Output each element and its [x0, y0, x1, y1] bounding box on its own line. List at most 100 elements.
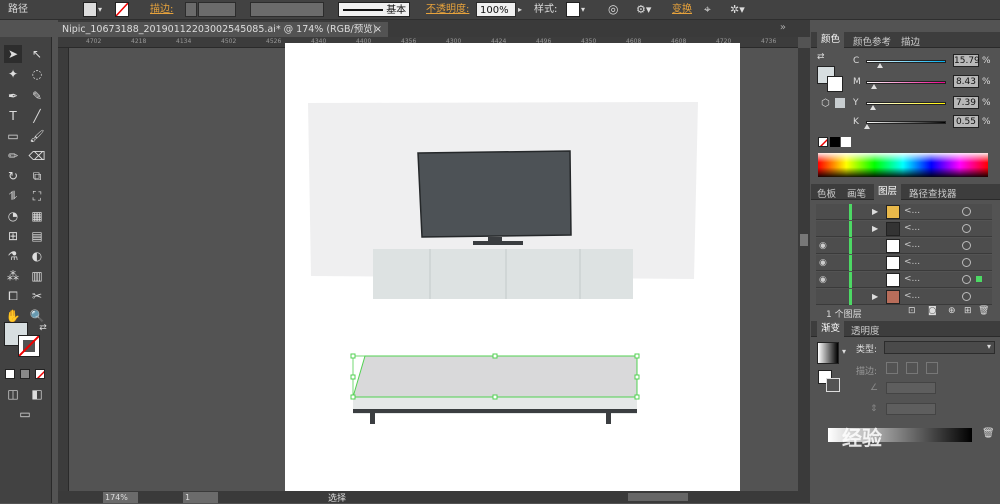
paintbrush-tool-icon[interactable]: 🖌 [28, 127, 46, 145]
selection-tool-icon[interactable]: ➤ [4, 45, 22, 63]
tv-stand-base-shape[interactable] [473, 241, 523, 245]
tab-layers[interactable]: 图层 [874, 184, 902, 200]
type-tool-icon[interactable]: T [4, 107, 22, 125]
pen-tool-icon[interactable]: ✒ [4, 87, 22, 105]
layer-row[interactable]: ▶ <... [816, 289, 992, 305]
target-icon[interactable] [962, 241, 971, 250]
shape-builder-icon[interactable]: ◔ [4, 207, 22, 225]
blend-tool-icon[interactable]: ◐ [28, 247, 46, 265]
layer-row[interactable]: ◉ <... [816, 238, 992, 254]
artboard-tool-icon[interactable]: ⧠ [4, 287, 22, 305]
out-of-gamut-icon[interactable]: ⬡ [821, 98, 830, 109]
tab-color-guide[interactable]: 颜色参考 [853, 34, 891, 48]
locate-object-icon[interactable]: ⊡ [908, 306, 916, 316]
selection-handle[interactable] [350, 374, 356, 380]
layer-name[interactable]: <... [904, 204, 920, 219]
width-tool-icon[interactable]: ⥮ [4, 187, 22, 205]
swap-colors-icon[interactable]: ⇄ [34, 319, 52, 337]
visibility-icon[interactable] [819, 290, 831, 304]
clipping-mask-icon[interactable]: ◙ [928, 306, 937, 316]
visibility-icon[interactable] [819, 205, 831, 219]
selection-handle[interactable] [634, 353, 640, 359]
visibility-icon[interactable]: ◉ [819, 273, 831, 287]
tab-transparency[interactable]: 透明度 [851, 323, 880, 337]
stroke-weight-stepper[interactable] [185, 2, 197, 17]
cabinet-top-shape[interactable] [353, 356, 637, 397]
angle-field[interactable] [886, 382, 936, 394]
gradient-type-dropdown[interactable]: ▾ [884, 341, 995, 354]
closest-color-swatch[interactable] [835, 98, 845, 108]
variable-width-dropdown[interactable] [250, 2, 324, 17]
artwork-canvas[interactable] [285, 43, 740, 493]
gradient-mode-icon[interactable] [20, 369, 30, 379]
eyedropper-tool-icon[interactable]: ⚗ [4, 247, 22, 265]
line-tool-icon[interactable]: ╱ [28, 107, 46, 125]
graphic-style-swatch[interactable] [566, 2, 580, 17]
scale-tool-icon[interactable]: ⧉ [28, 167, 46, 185]
target-icon[interactable] [962, 292, 971, 301]
cyan-value-input[interactable]: 15.79 [953, 54, 980, 67]
aspect-ratio-field[interactable] [886, 403, 936, 415]
close-tab-icon[interactable]: × [374, 22, 382, 37]
document-tab[interactable]: Nipic_10673188_20190112203002545085.ai* … [58, 22, 388, 37]
draw-normal-icon[interactable]: ◫ [4, 385, 22, 403]
slider-thumb-icon[interactable] [870, 84, 877, 89]
screen-mode-icon[interactable]: ▭ [16, 405, 34, 423]
artboard[interactable] [285, 43, 740, 493]
artboard-number-field[interactable]: 1 [183, 492, 218, 503]
column-graph-icon[interactable]: ▥ [28, 267, 46, 285]
gradient-preset-dropdown-icon[interactable]: ▾ [842, 347, 846, 356]
tab-brushes[interactable]: 画笔 [847, 186, 866, 200]
slider-thumb-icon[interactable] [876, 63, 883, 68]
perspective-grid-icon[interactable]: ▦ [28, 207, 46, 225]
tab-overflow-icon[interactable]: » [780, 22, 786, 33]
recolor-artwork-icon[interactable]: ◎ [608, 2, 618, 17]
eraser-tool-icon[interactable]: ⌫ [28, 147, 46, 165]
visibility-icon[interactable]: ◉ [819, 239, 831, 253]
layer-name[interactable]: <... [904, 221, 920, 236]
cyan-slider[interactable] [866, 60, 946, 68]
draw-behind-icon[interactable]: ◧ [28, 385, 46, 403]
tab-swatches[interactable]: 色板 [817, 186, 836, 200]
fill-swatch[interactable] [83, 2, 97, 17]
direct-selection-tool-icon[interactable]: ↖ [28, 45, 46, 63]
stroke-within-icon[interactable] [886, 362, 898, 374]
swap-fill-stroke-icon[interactable]: ⇄ [817, 52, 831, 66]
new-layer-icon[interactable]: ⊞ [964, 306, 972, 316]
selection-handle[interactable] [634, 394, 640, 400]
selection-handle[interactable] [492, 394, 498, 400]
symbol-sprayer-icon[interactable]: ⁂ [4, 267, 22, 285]
expand-icon[interactable]: ▶ [872, 221, 878, 237]
slider-thumb-icon[interactable] [869, 105, 876, 110]
mesh-tool-icon[interactable]: ⊞ [4, 227, 22, 245]
yellow-slider[interactable] [866, 102, 946, 110]
expand-icon[interactable]: ▶ [872, 289, 878, 305]
delete-layer-icon[interactable]: 🗑 [978, 306, 989, 316]
isolate-icon[interactable]: ⌖ [704, 2, 711, 17]
color-spectrum-bar[interactable] [818, 153, 988, 177]
black-swatch[interactable] [830, 137, 840, 147]
rectangle-tool-icon[interactable]: ▭ [4, 127, 22, 145]
fill-dropdown-icon[interactable]: ▾ [98, 2, 102, 17]
tab-stroke[interactable]: 描边 [901, 34, 920, 48]
curvature-tool-icon[interactable]: ✎ [28, 87, 46, 105]
stroke-label[interactable]: 描边: [150, 2, 173, 17]
cabinet-base-shape[interactable] [353, 409, 637, 413]
none-color-swatch[interactable] [818, 137, 828, 147]
brush-definition-dropdown[interactable]: 基本 [338, 2, 410, 17]
tv-neck-shape[interactable] [488, 237, 502, 241]
pencil-tool-icon[interactable]: ✏ [4, 147, 22, 165]
horizontal-scroll-thumb[interactable] [628, 493, 688, 501]
layer-row[interactable]: ◉ <... [816, 272, 992, 288]
tab-gradient[interactable]: 渐变 [817, 321, 845, 337]
lasso-tool-icon[interactable]: ◌ [28, 65, 46, 83]
visibility-icon[interactable]: ◉ [819, 256, 831, 270]
tv-screen-shape[interactable] [417, 150, 572, 238]
gradient-tool-icon[interactable]: ▤ [28, 227, 46, 245]
layer-name[interactable]: <... [904, 289, 920, 304]
new-sublayer-icon[interactable]: ⊕ [948, 306, 956, 316]
opacity-arrow-icon[interactable]: ▸ [518, 2, 522, 17]
expand-icon[interactable]: ▶ [872, 204, 878, 220]
transform-label[interactable]: 变换 [672, 2, 692, 17]
layer-name[interactable]: <... [904, 238, 920, 253]
